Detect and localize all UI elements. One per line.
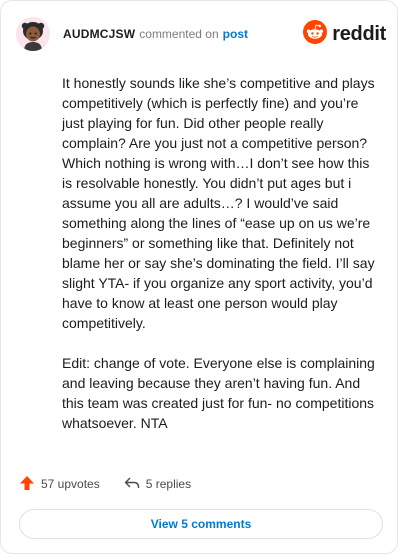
comment-paragraph: It honestly sounds like she’s competitiv… — [62, 75, 375, 331]
comment-paragraph: Edit: change of vote. Everyone else is c… — [62, 355, 375, 431]
replies-button[interactable]: 5 replies — [124, 475, 191, 494]
comment-card: AUDMCJSW commented on post reddit It hon… — [0, 0, 398, 554]
comment-actions: 57 upvotes 5 replies — [19, 473, 191, 495]
comment-meta: AUDMCJSW commented on post — [63, 27, 248, 41]
upvote-count: 57 upvotes — [41, 477, 100, 491]
view-comments-button[interactable]: View 5 comments — [19, 509, 383, 539]
reddit-brand[interactable]: reddit — [303, 19, 386, 49]
action-text: commented on — [139, 27, 219, 41]
comment-body: It honestly sounds like she’s competitiv… — [62, 73, 380, 453]
replies-count: 5 replies — [145, 477, 192, 491]
brand-wordmark: reddit — [332, 22, 386, 45]
reddit-logo-icon — [303, 19, 328, 49]
avatar[interactable] — [16, 17, 50, 51]
post-link[interactable]: post — [223, 27, 248, 41]
username[interactable]: AUDMCJSW — [63, 27, 135, 41]
upvote-arrow-icon — [19, 475, 35, 494]
comment-header: AUDMCJSW commented on post reddit — [16, 15, 386, 53]
upvote-button[interactable]: 57 upvotes — [19, 475, 100, 494]
reply-arrow-icon — [124, 475, 140, 494]
